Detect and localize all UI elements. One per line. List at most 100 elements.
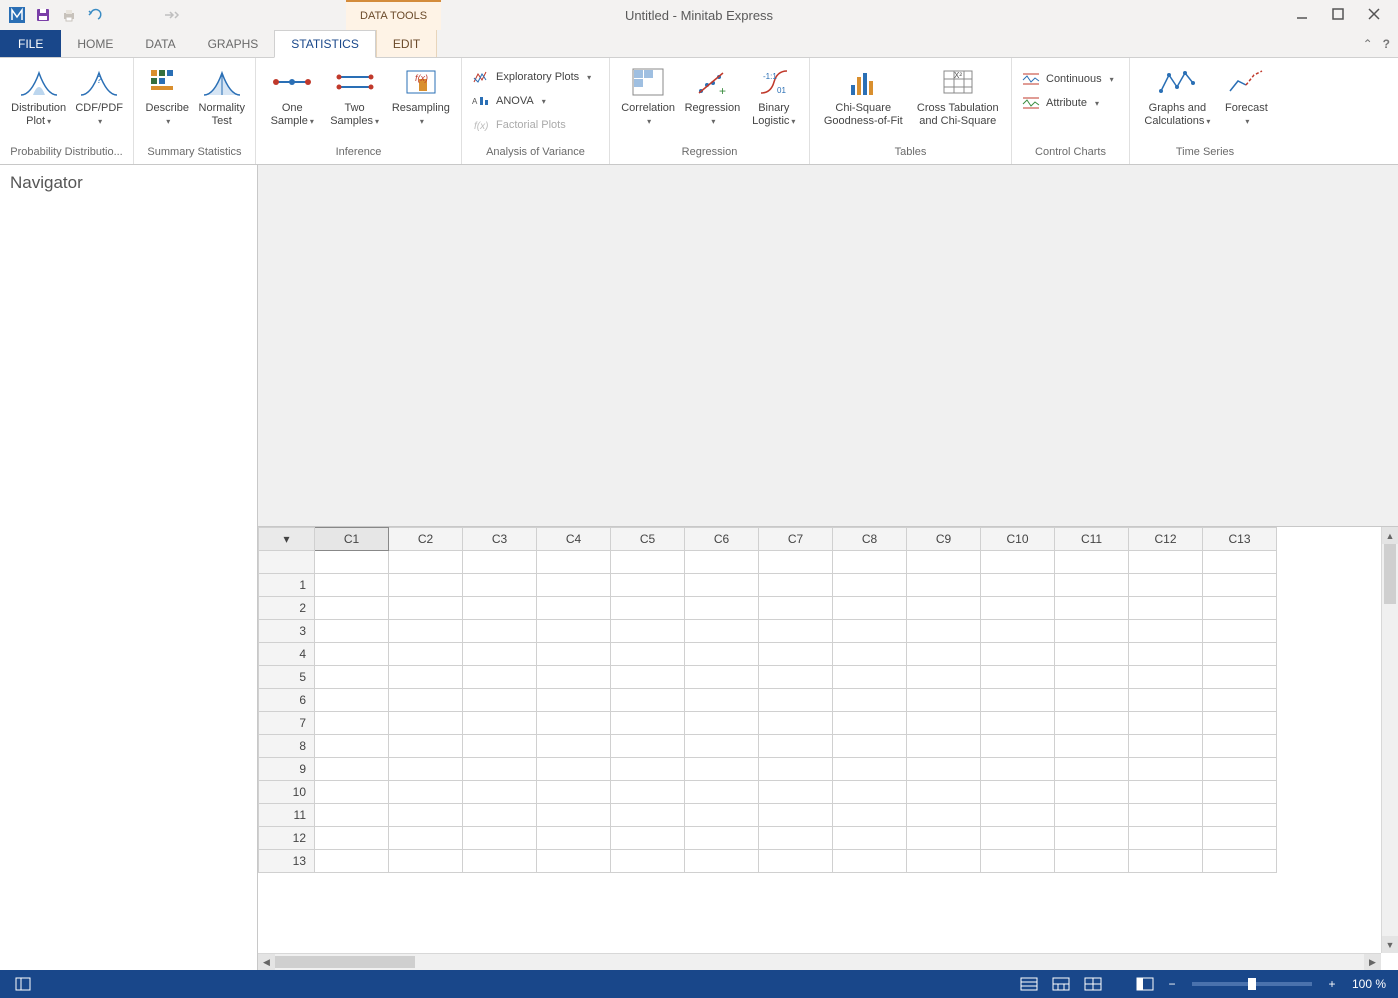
grid-cell[interactable]	[315, 827, 389, 850]
grid-cell[interactable]	[463, 689, 537, 712]
scroll-up-icon[interactable]: ▲	[1382, 527, 1398, 544]
grid-cell[interactable]	[611, 804, 685, 827]
one-sample-button[interactable]: One Sample▾	[262, 62, 322, 128]
row-header[interactable]: 6	[259, 689, 315, 712]
grid-cell[interactable]	[1055, 758, 1129, 781]
grid-cell[interactable]	[907, 758, 981, 781]
undo-icon[interactable]	[84, 4, 106, 26]
row-header[interactable]: 12	[259, 827, 315, 850]
grid-cell[interactable]	[611, 781, 685, 804]
grid-cell[interactable]	[759, 850, 833, 873]
grid-cell[interactable]	[833, 804, 907, 827]
grid-cell[interactable]	[1129, 643, 1203, 666]
row-header[interactable]: 5	[259, 666, 315, 689]
grid-cell[interactable]	[1203, 620, 1277, 643]
grid-cell[interactable]	[685, 574, 759, 597]
grid-cell[interactable]	[1129, 850, 1203, 873]
grid-cell[interactable]	[537, 758, 611, 781]
cdf-pdf-button[interactable]: ? CDF/PDF▾	[71, 62, 127, 128]
grid-cell[interactable]	[907, 666, 981, 689]
grid-cell[interactable]	[463, 758, 537, 781]
scroll-left-icon[interactable]: ◀	[258, 954, 275, 970]
grid-cell[interactable]	[907, 574, 981, 597]
grid-cell[interactable]	[463, 597, 537, 620]
row-header[interactable]: 7	[259, 712, 315, 735]
grid-cell[interactable]	[611, 666, 685, 689]
row-header[interactable]: 8	[259, 735, 315, 758]
grid-cell[interactable]	[1129, 758, 1203, 781]
grid-cell[interactable]	[537, 574, 611, 597]
grid-cell[interactable]	[833, 643, 907, 666]
grid-cell[interactable]	[463, 804, 537, 827]
anova-button[interactable]: A ANOVA▾	[468, 90, 603, 112]
grid-cell[interactable]	[685, 643, 759, 666]
grid-cell[interactable]	[1055, 827, 1129, 850]
grid-cell[interactable]	[981, 643, 1055, 666]
grid-cell[interactable]	[907, 689, 981, 712]
view-split-icon[interactable]	[1048, 974, 1074, 994]
grid-cell[interactable]	[981, 551, 1055, 574]
grid-cell[interactable]	[1203, 574, 1277, 597]
column-header[interactable]: C12	[1129, 528, 1203, 551]
grid-cell[interactable]	[611, 758, 685, 781]
grid-cell[interactable]	[685, 758, 759, 781]
tab-statistics[interactable]: STATISTICS	[274, 30, 376, 58]
row-header[interactable]: 2	[259, 597, 315, 620]
column-header[interactable]: C8	[833, 528, 907, 551]
grid-cell[interactable]	[685, 666, 759, 689]
grid-cell[interactable]	[463, 643, 537, 666]
grid-cell[interactable]	[315, 574, 389, 597]
grid-cell[interactable]	[981, 781, 1055, 804]
grid-cell[interactable]	[759, 712, 833, 735]
grid-cell[interactable]	[463, 735, 537, 758]
grid-cell[interactable]	[685, 850, 759, 873]
grid-cell[interactable]	[389, 689, 463, 712]
grid-cell[interactable]	[1129, 689, 1203, 712]
grid-cell[interactable]	[315, 666, 389, 689]
horizontal-scroll-thumb[interactable]	[275, 956, 415, 968]
grid-corner[interactable]: ▾	[259, 528, 315, 551]
attribute-button[interactable]: Attribute▾	[1018, 92, 1123, 114]
grid-cell[interactable]	[537, 850, 611, 873]
grid-cell[interactable]	[537, 643, 611, 666]
grid-cell[interactable]	[389, 781, 463, 804]
help-icon[interactable]: ?	[1383, 37, 1390, 51]
grid-cell[interactable]	[759, 804, 833, 827]
grid-cell[interactable]	[1129, 574, 1203, 597]
grid-cell[interactable]	[981, 735, 1055, 758]
grid-cell[interactable]	[907, 781, 981, 804]
grid-cell[interactable]	[1055, 735, 1129, 758]
grid-cell[interactable]	[315, 850, 389, 873]
grid-cell[interactable]	[389, 597, 463, 620]
status-pane-icon[interactable]	[10, 974, 36, 994]
grid-cell[interactable]	[463, 666, 537, 689]
grid-cell[interactable]	[1055, 643, 1129, 666]
column-header[interactable]: C10	[981, 528, 1055, 551]
grid-cell[interactable]	[907, 735, 981, 758]
grid-cell[interactable]	[1203, 758, 1277, 781]
grid-cell[interactable]	[537, 827, 611, 850]
grid-cell[interactable]	[907, 827, 981, 850]
column-header[interactable]: C4	[537, 528, 611, 551]
grid-cell[interactable]	[611, 712, 685, 735]
grid-cell[interactable]	[315, 735, 389, 758]
grid-cell[interactable]	[389, 804, 463, 827]
column-header[interactable]: C7	[759, 528, 833, 551]
grid-cell[interactable]	[389, 735, 463, 758]
grid-cell[interactable]	[1129, 597, 1203, 620]
tab-graphs[interactable]: GRAPHS	[192, 30, 275, 57]
grid-cell[interactable]	[907, 643, 981, 666]
zoom-slider-knob[interactable]	[1248, 978, 1256, 990]
column-header[interactable]: C5	[611, 528, 685, 551]
row-header[interactable]: 1	[259, 574, 315, 597]
grid-cell[interactable]	[537, 620, 611, 643]
grid-cell[interactable]	[759, 781, 833, 804]
distribution-plot-button[interactable]: Distribution Plot▾	[6, 62, 71, 128]
grid-cell[interactable]	[463, 551, 537, 574]
grid-cell[interactable]	[1203, 597, 1277, 620]
grid-cell[interactable]	[389, 850, 463, 873]
grid-cell[interactable]	[685, 551, 759, 574]
grid-cell[interactable]	[1055, 551, 1129, 574]
grid-cell[interactable]	[389, 551, 463, 574]
grid-cell[interactable]	[981, 850, 1055, 873]
